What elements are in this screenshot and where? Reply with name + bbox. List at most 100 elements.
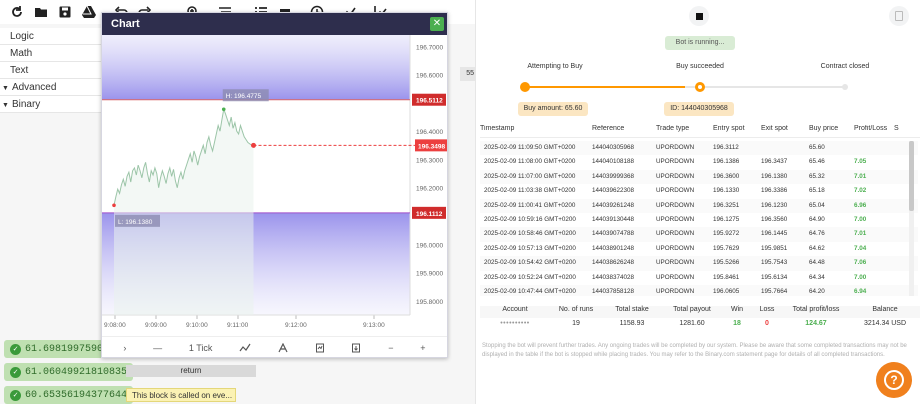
price-chart[interactable]: 196.7000 196.6000 196.5112 196.4000 196.3498… <box>102 35 447 336</box>
y-tick-label: 196.6000 <box>416 73 443 80</box>
trade-progress-fill <box>525 86 685 88</box>
stage-dot <box>695 82 705 92</box>
category-logic[interactable]: Logic <box>0 28 104 45</box>
table-cell: UPORDOWN <box>656 158 695 166</box>
stage-label: Attempting to Buy <box>527 63 583 70</box>
table-cell: 64.20 <box>809 287 825 295</box>
table-cell: UPORDOWN <box>656 187 695 195</box>
table-row[interactable]: 2025-02-09 11:00:41 GMT+0200 144039261248… <box>480 198 918 213</box>
close-icon[interactable]: ✕ <box>430 17 444 31</box>
table-cell: 144039999368 <box>592 172 635 180</box>
result-block[interactable]: ✓ 60.65356194377644 <box>4 386 134 404</box>
table-row[interactable]: 2025-02-09 10:59:16 GMT+0200 144039130448… <box>480 213 918 227</box>
indicator-icon[interactable] <box>278 342 288 353</box>
chart-dialog: Chart ✕ 196.7000 196.6000 196.5112 196.4000… <box>101 12 448 358</box>
chevron-right-icon[interactable]: › <box>123 343 126 353</box>
x-tick-label: 9:13:00 <box>363 322 385 329</box>
return-block[interactable]: return <box>126 365 256 377</box>
table-cell: 196.1445 <box>761 230 788 238</box>
category-math[interactable]: Math <box>0 45 104 62</box>
table-cell: 7.00 <box>854 273 867 281</box>
zoom-out-icon[interactable]: − <box>388 343 393 353</box>
table-cell <box>761 141 809 155</box>
disclaimer-text: Stopping the bot will prevent further tr… <box>482 343 907 358</box>
table-row[interactable]: 2025-02-09 10:54:42 GMT+0200 144038626248… <box>480 256 918 271</box>
transactions-header: Timestamp Reference Trade type Entry spot Ex… <box>480 125 920 138</box>
category-binary[interactable]: ▼ Binary <box>0 96 104 113</box>
return-label: return <box>180 366 202 375</box>
chart-type-icon[interactable] <box>239 343 251 353</box>
table-row[interactable]: 2025-02-09 11:07:00 GMT+0200 144039999368… <box>480 169 918 185</box>
table-cell: 195.7629 <box>713 244 740 252</box>
download-icon[interactable] <box>351 343 361 353</box>
bot-status: Bot is running... <box>665 36 735 50</box>
summary-column-header: No. of runs <box>558 306 594 313</box>
clear-icon[interactable] <box>889 6 909 26</box>
table-cell: 144038901248 <box>592 244 635 252</box>
comment-text: This block is called on eve... <box>132 391 233 400</box>
table-cell: 7.00 <box>854 215 867 223</box>
table-cell: 2025-02-09 10:59:16 GMT+0200 <box>484 215 576 223</box>
y-tick-label: 196.5112 <box>416 98 443 105</box>
trade-progress <box>525 86 845 88</box>
summary-balance: 3214.34 USD <box>863 320 907 327</box>
summary-column-header: Total profit/loss <box>792 306 840 313</box>
table-row[interactable]: 2025-02-09 10:47:44 GMT+0200 144037858128… <box>480 284 918 296</box>
table-cell: 2025-02-09 10:54:42 GMT+0200 <box>484 259 576 267</box>
summary-stake: 1158.93 <box>619 320 645 327</box>
table-cell <box>854 141 894 155</box>
folder-icon[interactable] <box>30 1 52 23</box>
table-cell: 196.3251 <box>713 201 740 209</box>
category-advanced[interactable]: ▼ Advanced <box>0 79 104 96</box>
y-tick-label: 196.0000 <box>416 242 443 249</box>
table-row[interactable]: 2025-02-09 10:58:46 GMT+0200 144039074788… <box>480 227 918 242</box>
save-icon[interactable] <box>54 1 76 23</box>
minus-icon[interactable]: — <box>153 343 162 353</box>
chart-header[interactable]: Chart <box>102 13 447 35</box>
table-row[interactable]: 2025-02-09 11:03:38 GMT+0200 144039622308… <box>480 184 918 198</box>
y-tick-label: 196.3000 <box>416 157 443 164</box>
stop-button[interactable] <box>689 6 709 26</box>
table-row[interactable]: 2025-02-09 11:08:00 GMT+0200 144040108188… <box>480 155 918 169</box>
scrollbar[interactable] <box>909 141 914 296</box>
x-tick-label: 9:08:00 <box>104 322 126 329</box>
result-block[interactable]: ✓ 61.06049921810835 <box>4 363 134 381</box>
table-cell: 2025-02-09 11:07:00 GMT+0200 <box>484 172 576 180</box>
table-cell: 65.60 <box>809 144 825 151</box>
summary-runs: 19 <box>572 320 580 327</box>
table-cell: 196.3560 <box>761 215 788 223</box>
summary-column-header: Account <box>502 306 528 313</box>
result-value: 60.65356194377644 <box>25 389 128 401</box>
template-icon[interactable] <box>315 343 325 353</box>
reload-icon[interactable] <box>6 1 28 23</box>
table-cell: 195.8461 <box>713 273 740 281</box>
stage-label: Buy succeeded <box>676 63 724 70</box>
table-cell: 196.1230 <box>761 201 788 209</box>
table-cell: 196.0605 <box>713 287 740 295</box>
table-cell: 6.94 <box>854 287 867 295</box>
table-cell: 195.9272 <box>713 230 740 238</box>
table-cell: 144039622308 <box>592 187 635 195</box>
stage-dot <box>842 84 848 90</box>
table-row[interactable]: 2025-02-09 10:57:13 GMT+0200 144038901248… <box>480 242 918 256</box>
category-text[interactable]: Text <box>0 62 104 79</box>
table-cell: 64.90 <box>809 215 825 223</box>
table-cell: 196.1275 <box>713 215 740 223</box>
table-cell: 2025-02-09 10:47:44 GMT+0200 <box>484 287 576 295</box>
drive-icon[interactable] <box>78 1 100 23</box>
zoom-in-icon[interactable]: + <box>420 343 425 353</box>
table-cell: 196.3600 <box>713 172 740 180</box>
price-area <box>114 109 254 315</box>
table-row[interactable]: 2025-02-09 10:52:24 GMT+0200 144038374028… <box>480 271 918 285</box>
category-label: Binary <box>11 99 41 110</box>
granularity-button[interactable]: 1 Tick <box>189 343 213 353</box>
column-header: S <box>894 125 899 132</box>
table-cell: 64.62 <box>809 244 825 252</box>
summary-header: Account No. of runs Total stake Total payou… <box>480 306 920 318</box>
block-comment[interactable]: This block is called on eve... <box>126 388 236 402</box>
transactions-table: 2025-02-09 11:09:50 GMT+0200 144040305968… <box>480 141 918 296</box>
table-row[interactable]: 2025-02-09 11:09:50 GMT+0200 144040305968… <box>480 141 918 156</box>
check-icon: ✓ <box>10 366 21 378</box>
table-cell: 144040108188 <box>592 158 635 166</box>
help-button[interactable]: ? <box>876 362 912 398</box>
